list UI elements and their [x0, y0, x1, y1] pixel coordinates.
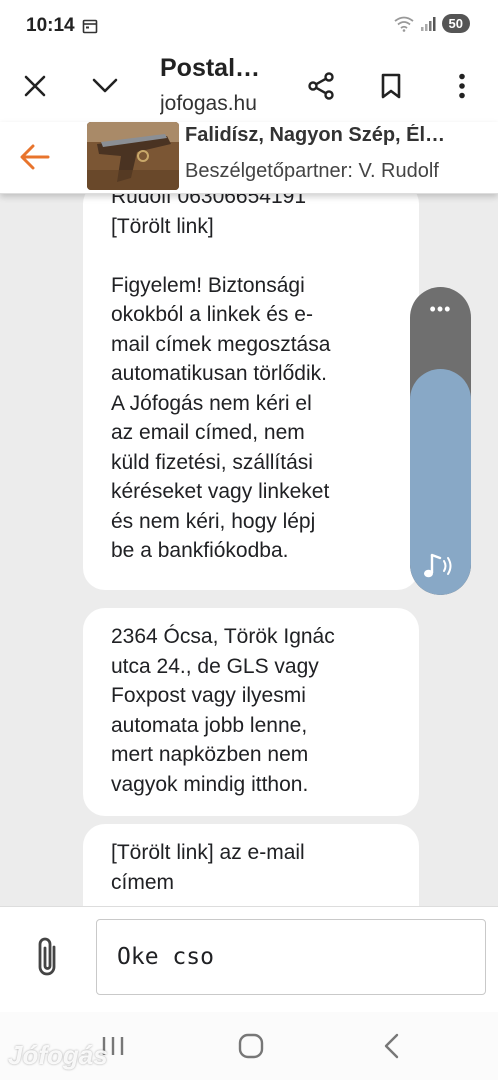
- chat-header: Falidísz, Nagyon Szép, Él… Beszélgetőpar…: [0, 122, 498, 194]
- message-line: az email címed, nem: [111, 421, 305, 444]
- message-input[interactable]: [96, 919, 486, 995]
- message-line: és nem kéri, hogy lépj: [111, 509, 316, 533]
- music-note-sound-icon[interactable]: [422, 551, 458, 581]
- message-line: mert napközben nem: [111, 743, 309, 766]
- message-line: automata jobb lenne,: [111, 713, 308, 737]
- more-options-button[interactable]: [440, 64, 484, 108]
- message-line: kéréseket vagy linkeket: [111, 480, 330, 503]
- page-title: Postal…: [160, 54, 261, 82]
- message-line: Foxpost vagy ilyesmi: [111, 684, 306, 707]
- chevron-down-icon: [92, 78, 118, 93]
- arrow-back-icon: [20, 144, 50, 170]
- close-tab-button[interactable]: [13, 64, 57, 108]
- jofogas-watermark: Jófogás: [8, 1040, 108, 1070]
- back-button[interactable]: [12, 134, 58, 180]
- message-bubble: Rudolf 06306654191 [Törölt link] Figyele…: [83, 194, 419, 590]
- message-bubble: [Törölt link] az e-mail címem: [83, 824, 419, 906]
- message-line: vagyok mindig itthon.: [111, 772, 309, 796]
- message-line: be a bankfiókodba.: [111, 539, 289, 562]
- message-bubble: 2364 Ócsa, Török Ignác utca 24., de GLS …: [83, 608, 419, 816]
- more-vert-icon: [459, 73, 465, 99]
- close-icon: [24, 75, 46, 97]
- message-line: Rudolf 06306654191: [111, 194, 307, 208]
- ad-thumbnail[interactable]: [87, 122, 179, 190]
- message-line: [Törölt link]: [111, 214, 214, 238]
- message-line: [Törölt link] az e-mail: [111, 841, 305, 864]
- status-icons: 50: [393, 14, 470, 33]
- message-line: 2364 Ócsa, Török Ignác: [111, 625, 335, 648]
- bookmark-button[interactable]: [369, 64, 413, 108]
- composer: [0, 906, 498, 1012]
- status-time: 10:14: [26, 15, 75, 36]
- message-line: automatikusan törlődik.: [111, 362, 327, 385]
- share-button[interactable]: [299, 64, 343, 108]
- message-line: okokból a linkek és e-: [111, 303, 313, 326]
- more-horiz-icon[interactable]: •••: [410, 299, 471, 320]
- paperclip-icon: [38, 937, 56, 976]
- message-line: mail címek megosztása: [111, 332, 331, 356]
- chat-partner-label: Beszélgetőpartner: V. Rudolf: [185, 160, 439, 182]
- wifi-icon: [393, 16, 414, 32]
- bookmark-icon: [381, 73, 401, 99]
- pistol-image: [87, 122, 179, 190]
- message-line: A Jófogás nem kéri el: [111, 391, 312, 415]
- home-button[interactable]: [226, 1026, 276, 1066]
- browser-toolbar: Postal… jofogas.hu: [0, 52, 498, 122]
- signal-icon: [420, 16, 436, 31]
- ad-title[interactable]: Falidísz, Nagyon Szép, Él…: [185, 124, 495, 147]
- home-icon: [238, 1033, 264, 1059]
- page-url: jofogas.hu: [160, 92, 257, 115]
- share-icon: [308, 72, 334, 100]
- calendar-notification-icon: [82, 19, 98, 34]
- chevron-left-icon: [384, 1033, 399, 1059]
- battery-indicator: 50: [441, 14, 470, 33]
- attach-button[interactable]: [28, 935, 66, 984]
- nav-back-button[interactable]: [366, 1026, 416, 1066]
- message-line: címem: [111, 870, 174, 894]
- minimize-tab-button[interactable]: [83, 64, 127, 108]
- text-to-speech-control[interactable]: •••: [410, 287, 471, 595]
- status-bar: 10:14 50: [0, 0, 498, 52]
- message-line: Figyelem! Biztonsági: [111, 273, 305, 297]
- message-line: küld fizetési, szállítási: [111, 450, 313, 474]
- message-line: utca 24., de GLS vagy: [111, 654, 319, 678]
